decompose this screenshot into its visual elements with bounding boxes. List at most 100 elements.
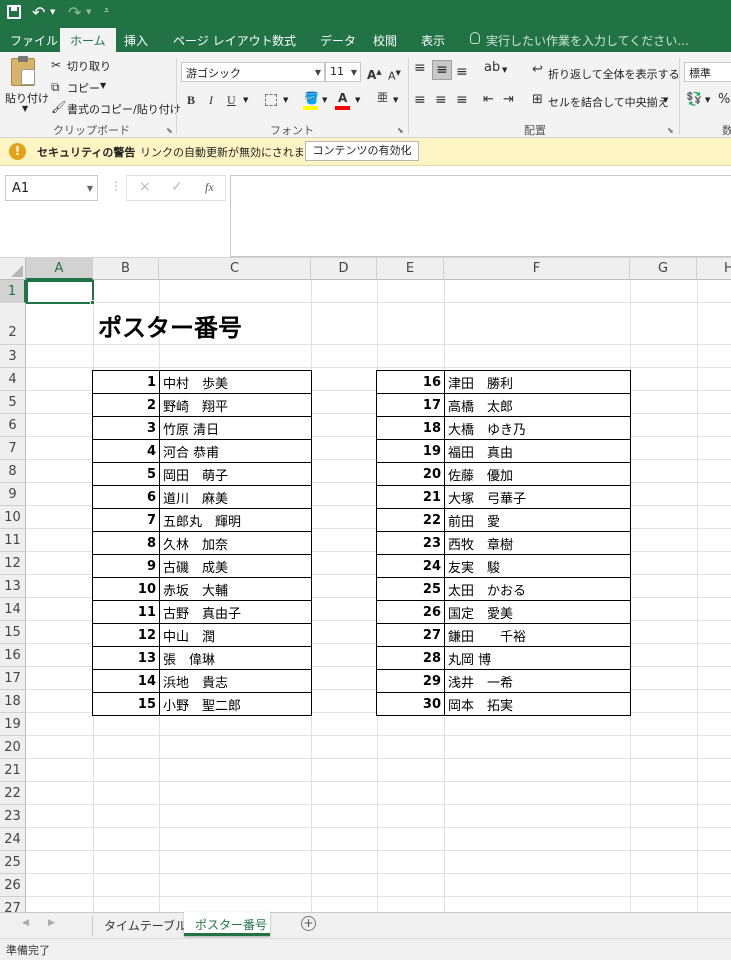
currency-dropdown-icon[interactable]: ▼ [705, 96, 710, 104]
align-middle-icon[interactable]: ≡ [432, 60, 452, 80]
poster-number-cell[interactable]: 12 [92, 623, 160, 647]
poster-number-cell[interactable]: 11 [92, 600, 160, 624]
poster-number-cell[interactable]: 5 [92, 462, 160, 486]
poster-number-cell[interactable]: 16 [376, 370, 445, 394]
formula-bar-grip-icon[interactable]: ⋮ [110, 179, 122, 193]
row-header-25[interactable]: 25 [0, 851, 26, 874]
align-top-icon[interactable]: ≡ [414, 60, 426, 76]
poster-number-cell[interactable]: 4 [92, 439, 160, 463]
presenter-name-cell[interactable]: 浅井 一希 [444, 669, 631, 693]
underline-dropdown-icon[interactable]: ▼ [243, 96, 248, 104]
row-header-17[interactable]: 17 [0, 667, 26, 690]
poster-number-cell[interactable]: 14 [92, 669, 160, 693]
poster-number-cell[interactable]: 9 [92, 554, 160, 578]
sheet-tab-poster[interactable]: ポスター番号 [184, 912, 270, 936]
row-header-21[interactable]: 21 [0, 759, 26, 782]
copy-button[interactable]: コピー [67, 80, 100, 96]
row-header-3[interactable]: 3 [0, 345, 26, 368]
row-header-15[interactable]: 15 [0, 621, 26, 644]
poster-number-cell[interactable]: 27 [376, 623, 445, 647]
presenter-name-cell[interactable]: 友実 駿 [444, 554, 631, 578]
poster-number-cell[interactable]: 2 [92, 393, 160, 417]
poster-number-cell[interactable]: 23 [376, 531, 445, 555]
orientation-icon[interactable]: ab [484, 60, 500, 76]
row-header-1[interactable]: 1 [0, 280, 26, 303]
row-header-14[interactable]: 14 [0, 598, 26, 621]
row-header-20[interactable]: 20 [0, 736, 26, 759]
row-header-6[interactable]: 6 [0, 414, 26, 437]
paste-dropdown-icon[interactable]: ▼ [22, 104, 28, 113]
scroll-tabs-left-icon[interactable]: ◀ [22, 918, 29, 928]
presenter-name-cell[interactable]: 大塚 弓華子 [444, 485, 631, 509]
poster-number-cell[interactable]: 1 [92, 370, 160, 394]
row-header-4[interactable]: 4 [0, 368, 26, 391]
redo-icon[interactable]: ↷ [68, 3, 81, 22]
poster-number-cell[interactable]: 30 [376, 692, 445, 716]
poster-number-cell[interactable]: 26 [376, 600, 445, 624]
poster-number-cell[interactable]: 29 [376, 669, 445, 693]
row-header-9[interactable]: 9 [0, 483, 26, 506]
presenter-name-cell[interactable]: 野崎 翔平 [159, 393, 312, 417]
presenter-name-cell[interactable]: 中村 歩美 [159, 370, 312, 394]
font-color-dropdown-icon[interactable]: ▼ [355, 96, 360, 104]
scroll-tabs-right-icon[interactable]: ▶ [48, 918, 55, 928]
presenter-name-cell[interactable]: 赤坂 大輔 [159, 577, 312, 601]
poster-number-cell[interactable]: 6 [92, 485, 160, 509]
format-painter-button[interactable]: 書式のコピー/貼り付け [67, 101, 181, 117]
increase-font-icon[interactable]: A▲ [367, 64, 382, 83]
poster-number-cell[interactable]: 7 [92, 508, 160, 532]
presenter-name-cell[interactable]: 前田 愛 [444, 508, 631, 532]
row-header-24[interactable]: 24 [0, 828, 26, 851]
presenter-name-cell[interactable]: 高橋 太郎 [444, 393, 631, 417]
presenter-name-cell[interactable]: 久林 加奈 [159, 531, 312, 555]
phonetic-icon[interactable]: 亜 [377, 90, 388, 106]
presenter-name-cell[interactable]: 張 偉琳 [159, 646, 312, 670]
formula-input[interactable] [230, 175, 731, 257]
copy-dropdown-icon[interactable]: ▼ [100, 81, 106, 90]
poster-number-cell[interactable]: 24 [376, 554, 445, 578]
presenter-name-cell[interactable]: 中山 潤 [159, 623, 312, 647]
merge-dropdown-icon[interactable]: ▼ [663, 96, 668, 104]
presenter-name-cell[interactable]: 西牧 章樹 [444, 531, 631, 555]
row-header-10[interactable]: 10 [0, 506, 26, 529]
poster-number-cell[interactable]: 15 [92, 692, 160, 716]
paste-icon[interactable] [11, 56, 35, 86]
bold-button[interactable]: B [187, 92, 195, 108]
presenter-name-cell[interactable]: 道川 麻美 [159, 485, 312, 509]
orientation-dropdown-icon[interactable]: ▼ [502, 66, 507, 74]
presenter-name-cell[interactable]: 丸岡 博 [444, 646, 631, 670]
row-header-23[interactable]: 23 [0, 805, 26, 828]
presenter-name-cell[interactable]: 太田 かおる [444, 577, 631, 601]
selected-cell-a1[interactable] [26, 280, 94, 304]
poster-number-cell[interactable]: 28 [376, 646, 445, 670]
row-header-19[interactable]: 19 [0, 713, 26, 736]
enter-button[interactable]: ✓ [171, 179, 183, 195]
poster-number-cell[interactable]: 25 [376, 577, 445, 601]
presenter-name-cell[interactable]: 古磯 成美 [159, 554, 312, 578]
wrap-text-button[interactable]: 折り返して全体を表示する [548, 66, 680, 82]
italic-button[interactable]: I [209, 92, 213, 108]
presenter-name-cell[interactable]: 竹原 清日 [159, 416, 312, 440]
poster-number-cell[interactable]: 3 [92, 416, 160, 440]
row-header-8[interactable]: 8 [0, 460, 26, 483]
select-all-corner[interactable] [0, 258, 26, 280]
tab-view[interactable]: 表示 [421, 32, 445, 49]
presenter-name-cell[interactable]: 古野 真由子 [159, 600, 312, 624]
font-color-icon[interactable]: A [338, 90, 347, 106]
row-header-12[interactable]: 12 [0, 552, 26, 575]
percent-button[interactable]: % [718, 92, 730, 108]
tab-data[interactable]: データ [320, 32, 356, 49]
row-header-2[interactable]: 2 [0, 303, 26, 345]
presenter-name-cell[interactable]: 福田 真由 [444, 439, 631, 463]
name-box[interactable]: A1 ▼ [5, 175, 98, 201]
cut-button[interactable]: 切り取り [67, 58, 111, 74]
presenter-name-cell[interactable]: 河合 恭甫 [159, 439, 312, 463]
column-header-f[interactable]: F [444, 258, 630, 280]
tab-formulas[interactable]: 数式 [272, 32, 296, 49]
borders-dropdown-icon[interactable]: ▼ [283, 96, 288, 104]
presenter-name-cell[interactable]: 鎌田 千裕 [444, 623, 631, 647]
fill-color-icon[interactable]: 🪣 [304, 90, 319, 106]
poster-number-cell[interactable]: 20 [376, 462, 445, 486]
presenter-name-cell[interactable]: 国定 愛美 [444, 600, 631, 624]
poster-number-cell[interactable]: 18 [376, 416, 445, 440]
